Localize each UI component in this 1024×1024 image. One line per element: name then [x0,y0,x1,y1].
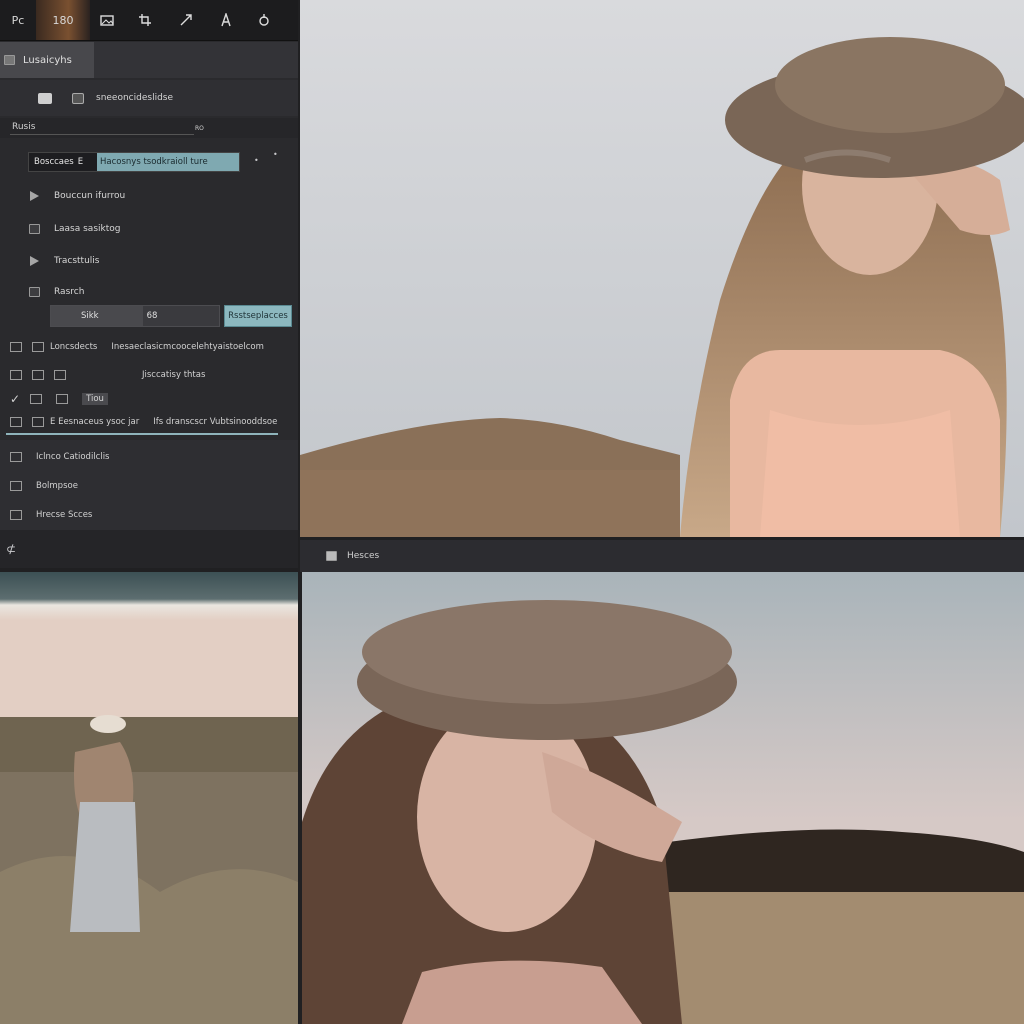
layer-icon [10,452,22,462]
option-value: Jisccatisy thtas [142,370,206,380]
option-label: Loncsdects [50,342,98,352]
transform-icon[interactable] [166,0,206,40]
list-item-label: Rasrch [54,287,85,297]
layer-icon [10,510,22,520]
section-aside: RO [195,125,204,132]
search-value: Hacosnys tsodkraioll ture [97,153,239,171]
tool-brush[interactable]: 180 [36,0,90,40]
frame-icon [10,370,22,380]
crop-icon[interactable] [124,0,166,40]
layer-item[interactable]: Iclnco Catiodilclis [0,446,298,468]
frame-icon [56,394,69,404]
list-item[interactable]: Bouccun ifurrou [0,184,298,208]
section-title: Rusis [12,122,36,132]
frame-icon [54,370,66,380]
slider-value: 68 [146,311,158,321]
main-photo[interactable] [300,0,1024,537]
option-row[interactable]: Loncsdects Inesaeclasicmcoocelehtyaistoe… [0,336,298,358]
side-panel: Pc 180 Lusaicyhs sneeoncideslidse Rusis [0,0,298,568]
option-row[interactable]: Jisccatisy thtas [0,364,298,386]
layer-icon [10,481,22,491]
frame-icon [10,417,22,427]
amount-slider[interactable]: Sikk 68 [50,305,220,327]
list-item[interactable]: Tracsttulis [0,249,298,273]
option-label: E Eesnaceus ysoc jar [50,417,140,427]
list-item-label: Bouccun ifurrou [54,191,126,201]
image-header: Hesces [300,540,1024,572]
list-item-label: Tracsttulis [54,256,100,266]
tool-pen[interactable]: Pc [0,0,36,40]
list-item-label: Laasa sasiktog [54,224,121,234]
option-value: Inesaeclasicmcoocelehtyaistoelcom [111,342,264,352]
slider-min-label: Sikk [81,311,99,321]
square-icon [28,286,40,298]
tab-adjustments[interactable]: Lusaicyhs [0,42,94,78]
layer-label: Hrecse Scces [36,510,93,520]
section-header: Rusis RO [0,118,298,138]
square-icon [28,223,40,235]
option-row[interactable]: ✓ Tiou [0,388,298,410]
small-dot-icon[interactable]: • [273,150,278,159]
tab-label: Lusaicyhs [23,54,72,66]
frame-icon [32,342,44,352]
preset-label: sneeoncideslidse [96,93,174,103]
preset-copy-button[interactable] [72,92,84,104]
option-value: Ifs dranscscr Vubtsinooddsoe [153,417,278,427]
footer-icon[interactable]: ⊄ [6,542,16,556]
frame-icon [10,342,22,352]
frame-icon [30,394,43,404]
preset-row: sneeoncideslidse [0,80,298,116]
check-icon: ✓ [10,392,21,406]
panel-footer: ⊄ [0,530,298,568]
layer-label: Iclnco Catiodilclis [36,452,110,462]
frame-icon [32,417,44,427]
text-icon[interactable] [206,0,246,40]
portrait-photo[interactable] [302,572,1024,1024]
dot-icon[interactable]: • [254,156,259,165]
image-icon[interactable] [90,0,124,40]
section-underline [10,134,194,135]
layer-item[interactable]: Bolmpsoe [0,475,298,497]
tool-pen-label: Pc [11,13,25,27]
list-item[interactable]: Rasrch [0,280,298,304]
search-prefix: Bosccaes [34,157,74,167]
toolbar: Pc 180 [0,0,298,41]
tool-brush-label: 180 [52,13,74,27]
triangle-icon [28,255,40,267]
search-input[interactable]: Bosccaes E Hacosnys tsodkraioll ture [28,152,240,172]
replace-button-label: Rsstseplacces [228,311,288,321]
slider-row: Sikk 68 Rsstseplacces [50,305,293,327]
tab-icon [4,55,15,65]
image-icon [326,551,337,561]
field-photo[interactable] [0,572,298,1024]
search-tag: E [77,157,84,167]
preset-toggle-button[interactable] [38,92,52,104]
option-row[interactable]: E Eesnaceus ysoc jar Ifs dranscscr Vubts… [0,411,298,433]
triangle-icon [28,190,40,202]
list-item[interactable]: Laasa sasiktog [0,217,298,241]
option-value: Tiou [82,393,108,405]
layer-label: Bolmpsoe [36,481,78,491]
image-header-label: Hesces [347,551,380,561]
layer-item[interactable]: Hrecse Scces [0,504,298,526]
frame-icon [32,370,44,380]
replace-button[interactable]: Rsstseplacces [224,305,292,327]
heal-icon[interactable] [246,0,282,40]
selection-bar [6,433,278,435]
